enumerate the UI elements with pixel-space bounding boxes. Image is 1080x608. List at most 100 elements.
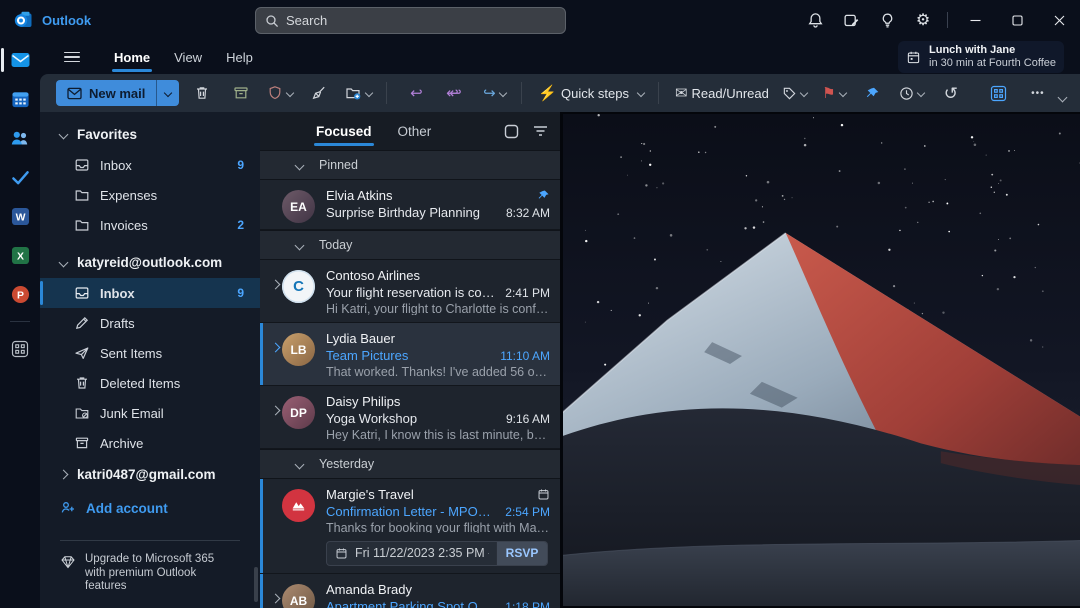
folder-archive[interactable]: Archive — [40, 428, 260, 458]
chevron-right-icon — [58, 469, 69, 479]
read-unread-button[interactable]: ✉ Read/Unread — [672, 79, 772, 107]
maximize-button[interactable] — [996, 0, 1038, 40]
snooze-button[interactable] — [896, 79, 928, 107]
message-row-elvia-atkins[interactable]: EA Elvia Atkins Surprise Birthday Planni… — [260, 180, 560, 230]
feedback-icon[interactable] — [833, 0, 869, 40]
delete-button[interactable] — [186, 79, 218, 107]
rail-word-icon[interactable]: W — [0, 204, 40, 228]
select-messages-icon[interactable] — [504, 124, 519, 139]
upgrade-promo[interactable]: Upgrade to Microsoft 365 with premium Ou… — [40, 553, 260, 594]
quick-steps-button[interactable]: ⚡ Quick steps — [535, 79, 647, 107]
chevron-down-icon — [58, 257, 69, 267]
expand-conversation-chevron[interactable] — [268, 268, 282, 315]
tips-lightbulb-icon[interactable] — [869, 0, 905, 40]
filter-icon[interactable] — [533, 125, 548, 137]
search-box[interactable]: Search — [255, 7, 566, 34]
report-shield-button[interactable] — [264, 79, 296, 107]
reading-pane — [560, 112, 1080, 608]
new-mail-split-button[interactable]: New mail — [56, 80, 180, 106]
move-to-folder-button[interactable] — [342, 79, 375, 107]
calendar-icon — [336, 548, 347, 559]
move-to-dropdown-chevron[interactable] — [365, 88, 374, 98]
folder-inbox[interactable]: Inbox 9 — [40, 278, 260, 308]
forward-button[interactable]: ↪ — [478, 79, 510, 107]
settings-gear-icon[interactable]: ⚙ — [905, 0, 941, 40]
tab-view[interactable]: View — [162, 42, 214, 73]
report-dropdown-chevron[interactable] — [286, 88, 295, 98]
rail-people-icon[interactable] — [0, 126, 40, 150]
rail-more-apps-icon[interactable] — [0, 337, 40, 361]
expand-conversation-chevron[interactable] — [268, 394, 282, 441]
categorize-tag-button[interactable] — [779, 79, 811, 107]
folder-pane-scrollbar[interactable] — [254, 567, 258, 602]
junk-folder-icon — [75, 408, 89, 419]
new-mail-label: New mail — [89, 85, 146, 101]
rsvp-button[interactable]: RSVP — [496, 541, 547, 565]
chevron-down-icon — [294, 240, 305, 250]
account-header-gmail[interactable]: katri0487@gmail.com — [40, 458, 260, 490]
command-toolbar: New mail ↩ ↩ ↪ ⚡ Quick steps ✉ Read/Unre… — [40, 74, 1080, 112]
folder-sent-items[interactable]: Sent Items — [40, 338, 260, 368]
inbox-icon — [75, 159, 89, 171]
close-button[interactable] — [1038, 0, 1080, 40]
search-icon — [265, 14, 279, 28]
group-header-yesterday[interactable]: Yesterday — [260, 449, 560, 479]
folder-favorites-invoices[interactable]: Invoices 2 — [40, 210, 260, 240]
message-list: Focused Other Pinned EA Elvia Atkins Sur… — [260, 112, 560, 608]
reply-all-button[interactable]: ↩ — [439, 79, 471, 107]
apps-grid-button[interactable] — [983, 79, 1015, 107]
search-placeholder: Search — [286, 13, 328, 28]
sweep-button[interactable] — [303, 79, 335, 107]
message-row-amanda-brady[interactable]: AB Amanda Brady Apartment Parking Spot O… — [260, 574, 560, 608]
pin-button[interactable] — [857, 79, 889, 107]
expand-conversation-chevron[interactable] — [268, 582, 282, 608]
tab-other[interactable]: Other — [398, 115, 432, 148]
outlook-app: Outlook Search ⚙ Home View Help Lunch wi… — [0, 0, 1080, 608]
quick-steps-dropdown-chevron[interactable] — [636, 88, 646, 98]
message-row-margies-travel[interactable]: Margie's Travel Confirmation Letter - MP… — [260, 479, 560, 574]
message-row-contoso-airlines[interactable]: C Contoso Airlines Your flight reservati… — [260, 260, 560, 323]
forward-dropdown-chevron[interactable] — [498, 88, 507, 98]
rail-excel-icon[interactable]: X — [0, 243, 40, 267]
meeting-reminder[interactable]: Lunch with Jane in 30 min at Fourth Coff… — [898, 41, 1064, 73]
minimize-button[interactable] — [954, 0, 996, 40]
reply-button[interactable]: ↩ — [400, 79, 432, 107]
expand-conversation-chevron[interactable] — [268, 331, 282, 378]
folder-deleted-items[interactable]: Deleted Items — [40, 368, 260, 398]
reminder-title: Lunch with Jane — [929, 44, 1016, 56]
titlebar-divider — [947, 12, 948, 28]
toolbar-divider — [521, 82, 523, 104]
group-header-pinned[interactable]: Pinned — [260, 150, 560, 180]
rail-mail-icon[interactable] — [0, 48, 40, 72]
app-rail: W X P — [0, 40, 40, 608]
folder-favorites-expenses[interactable]: Expenses — [40, 180, 260, 210]
message-row-daisy-philips[interactable]: DP Daisy Philips Yoga Workshop 9:16 AM H… — [260, 386, 560, 449]
folder-favorites-inbox[interactable]: Inbox 9 — [40, 150, 260, 180]
favorites-header[interactable]: Favorites — [40, 118, 260, 150]
snooze-dropdown-chevron[interactable] — [917, 88, 926, 98]
group-header-today[interactable]: Today — [260, 230, 560, 260]
tab-home[interactable]: Home — [102, 42, 162, 73]
undo-button[interactable]: ↺ — [935, 79, 967, 107]
tag-dropdown-chevron[interactable] — [800, 88, 809, 98]
account-header-outlook[interactable]: katyreid@outlook.com — [40, 246, 260, 278]
tab-help[interactable]: Help — [214, 42, 265, 73]
folder-drafts[interactable]: Drafts — [40, 308, 260, 338]
collapse-ribbon-chevron[interactable] — [1057, 88, 1068, 112]
notifications-bell-icon[interactable] — [797, 0, 833, 40]
new-mail-dropdown[interactable] — [156, 80, 180, 106]
inbox-icon — [75, 287, 89, 299]
tab-focused[interactable]: Focused — [314, 115, 374, 148]
flag-dropdown-chevron[interactable] — [838, 88, 847, 98]
rail-powerpoint-icon[interactable]: P — [0, 282, 40, 306]
flag-button[interactable]: ⚑ — [818, 79, 850, 107]
message-row-lydia-bauer[interactable]: LB Lydia Bauer Team Pictures 11:10 AM Th… — [260, 323, 560, 386]
folder-icon — [75, 220, 89, 231]
rail-todo-icon[interactable] — [0, 165, 40, 189]
more-options-button[interactable]: ••• — [1022, 79, 1054, 107]
add-account-button[interactable]: Add account — [40, 490, 260, 526]
folder-junk-email[interactable]: Junk Email — [40, 398, 260, 428]
rail-calendar-icon[interactable] — [0, 87, 40, 111]
hamburger-menu-icon[interactable] — [64, 51, 80, 63]
archive-button[interactable] — [225, 79, 257, 107]
